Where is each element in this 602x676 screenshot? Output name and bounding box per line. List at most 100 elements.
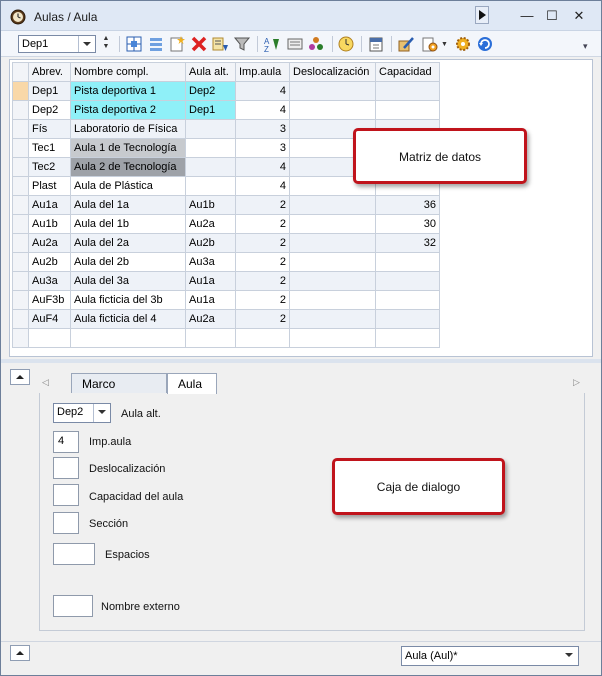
- table-row[interactable]: Au1b Aula del 1b Au2a 2 30: [12, 214, 440, 234]
- table-cell-abrev[interactable]: Fís: [28, 119, 71, 139]
- row-indicator[interactable]: [12, 119, 29, 139]
- table-cell-desloc[interactable]: [289, 81, 376, 101]
- tab-aula[interactable]: Aula: [167, 373, 217, 394]
- table-cell-imp[interactable]: 2: [235, 271, 290, 291]
- table-cell-aula-alt[interactable]: [185, 138, 236, 158]
- table-cell-abrev[interactable]: Tec1: [28, 138, 71, 158]
- row-indicator[interactable]: [12, 195, 29, 215]
- table-cell-imp[interactable]: 2: [235, 309, 290, 329]
- table-row[interactable]: AuF3b Aula ficticia del 3b Au1a 2: [12, 290, 440, 310]
- settings-icon[interactable]: [421, 35, 439, 53]
- table-cell-nombre[interactable]: Laboratorio de Física: [70, 119, 186, 139]
- table-cell-aula-alt[interactable]: Dep1: [185, 100, 236, 120]
- table-cell-abrev[interactable]: Au2a: [28, 233, 71, 253]
- table-cell-nombre[interactable]: Aula ficticia del 3b: [70, 290, 186, 310]
- column-header[interactable]: Imp.aula: [235, 62, 290, 82]
- row-indicator[interactable]: [12, 176, 29, 196]
- table-row[interactable]: Au1a Aula del 1a Au1b 2 36: [12, 195, 440, 215]
- row-indicator[interactable]: [12, 157, 29, 177]
- columns-icon[interactable]: [147, 35, 165, 53]
- table-cell-imp[interactable]: 2: [235, 290, 290, 310]
- table-cell-abrev[interactable]: Plast: [28, 176, 71, 196]
- table-cell-nombre[interactable]: Aula del 1a: [70, 195, 186, 215]
- nombre-externo-field[interactable]: [53, 595, 93, 617]
- imp-aula-field[interactable]: 4: [53, 431, 79, 453]
- table-cell-cap[interactable]: [375, 252, 440, 272]
- table-cell-imp[interactable]: 2: [235, 252, 290, 272]
- table-row[interactable]: [12, 328, 440, 348]
- table-cell-cap[interactable]: [375, 309, 440, 329]
- refresh-icon[interactable]: [476, 35, 494, 53]
- table-cell-nombre[interactable]: Aula 2 de Tecnología: [70, 157, 186, 177]
- table-row[interactable]: Au2a Aula del 2a Au2b 2 32: [12, 233, 440, 253]
- table-cell-aula-alt[interactable]: Au1a: [185, 271, 236, 291]
- table-cell-aula-alt[interactable]: [185, 176, 236, 196]
- toolbar-overflow-icon[interactable]: ▾: [583, 41, 588, 52]
- fields-icon[interactable]: [286, 35, 304, 53]
- table-cell-nombre[interactable]: Pista deportiva 2: [70, 100, 186, 120]
- table-cell-cap[interactable]: 30: [375, 214, 440, 234]
- chevron-down-icon[interactable]: [78, 36, 95, 52]
- table-cell-aula-alt[interactable]: [185, 119, 236, 139]
- sort-icon[interactable]: [211, 35, 229, 53]
- table-cell-nombre[interactable]: Aula ficticia del 4: [70, 309, 186, 329]
- calendar-icon[interactable]: [367, 35, 385, 53]
- table-cell-abrev[interactable]: Au3a: [28, 271, 71, 291]
- table-cell-desloc[interactable]: [289, 328, 376, 348]
- clock-icon[interactable]: [337, 35, 355, 53]
- table-cell-nombre[interactable]: Aula del 1b: [70, 214, 186, 234]
- seccion-field[interactable]: [53, 512, 79, 534]
- grid-add-icon[interactable]: [125, 35, 143, 53]
- table-cell-aula-alt[interactable]: Dep2: [185, 81, 236, 101]
- table-cell-cap[interactable]: [375, 271, 440, 291]
- table-cell-desloc[interactable]: [289, 195, 376, 215]
- table-cell-imp[interactable]: 2: [235, 214, 290, 234]
- table-cell-nombre[interactable]: Aula del 2b: [70, 252, 186, 272]
- table-row[interactable]: Dep2 Pista deportiva 2 Dep1 4: [12, 100, 440, 120]
- table-cell-aula-alt[interactable]: Au2a: [185, 309, 236, 329]
- table-cell-aula-alt[interactable]: [185, 328, 236, 348]
- close-button[interactable]: ✕: [569, 7, 589, 25]
- table-cell-aula-alt[interactable]: Au2b: [185, 233, 236, 253]
- table-cell-imp[interactable]: 2: [235, 195, 290, 215]
- row-indicator[interactable]: [12, 81, 29, 101]
- table-cell-desloc[interactable]: [289, 271, 376, 291]
- row-indicator[interactable]: [12, 138, 29, 158]
- table-cell-cap[interactable]: 36: [375, 195, 440, 215]
- maximize-button[interactable]: ☐: [542, 7, 562, 25]
- tab-marco-horario[interactable]: Marco horario: [71, 373, 167, 405]
- table-cell-cap[interactable]: [375, 100, 440, 120]
- table-cell-imp[interactable]: 3: [235, 119, 290, 139]
- table-cell-imp[interactable]: 4: [235, 100, 290, 120]
- table-cell-nombre[interactable]: Aula del 2a: [70, 233, 186, 253]
- new-record-icon[interactable]: [168, 35, 186, 53]
- capacidad-field[interactable]: [53, 484, 79, 506]
- row-indicator[interactable]: [12, 233, 29, 253]
- table-cell-desloc[interactable]: [289, 214, 376, 234]
- table-cell-abrev[interactable]: Au1b: [28, 214, 71, 234]
- table-cell-desloc[interactable]: [289, 309, 376, 329]
- table-cell-nombre[interactable]: [70, 328, 186, 348]
- tab-scroll-left-icon[interactable]: ◁: [42, 377, 49, 388]
- sort-alpha-icon[interactable]: AZ: [263, 35, 281, 54]
- deslocalizacion-field[interactable]: [53, 457, 79, 479]
- row-indicator[interactable]: [12, 100, 29, 120]
- table-cell-nombre[interactable]: Pista deportiva 1: [70, 81, 186, 101]
- table-cell-desloc[interactable]: [289, 252, 376, 272]
- table-cell-cap[interactable]: [375, 81, 440, 101]
- record-selector[interactable]: Dep1: [18, 35, 96, 53]
- row-indicator[interactable]: [12, 290, 29, 310]
- table-cell-desloc[interactable]: [289, 290, 376, 310]
- column-header[interactable]: Aula alt.: [185, 62, 236, 82]
- record-spinner[interactable]: ▲ ▼: [101, 35, 111, 53]
- table-cell-aula-alt[interactable]: Au1b: [185, 195, 236, 215]
- filter-icon[interactable]: [233, 35, 251, 53]
- row-indicator[interactable]: [12, 309, 29, 329]
- table-cell-nombre[interactable]: Aula del 3a: [70, 271, 186, 291]
- table-cell-imp[interactable]: 4: [235, 157, 290, 177]
- row-indicator[interactable]: [12, 328, 29, 348]
- relations-icon[interactable]: [307, 35, 325, 53]
- panel-splitter[interactable]: [1, 359, 601, 363]
- delete-icon[interactable]: [190, 35, 208, 53]
- table-cell-imp[interactable]: [235, 328, 290, 348]
